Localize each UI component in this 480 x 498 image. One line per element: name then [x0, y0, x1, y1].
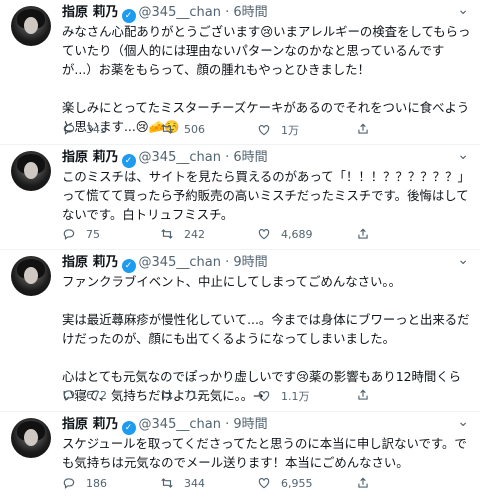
share-button[interactable]	[356, 122, 370, 136]
reply-icon	[63, 478, 75, 489]
like-button[interactable]: 1.1万	[257, 388, 310, 404]
reply-button[interactable]: 186	[62, 476, 107, 490]
like-icon	[258, 478, 270, 489]
like-icon	[258, 229, 270, 240]
tweet[interactable]: 指原 莉乃 ✓ @345__chan · 6時間 ⌄ このミスチは、サイトを見たら買…	[0, 145, 480, 250]
verified-badge-icon: ✓	[121, 154, 136, 168]
tweet-actions: 75 242 4,689	[62, 227, 462, 247]
share-icon	[358, 228, 368, 239]
share-button[interactable]	[356, 227, 370, 241]
reply-count: 75	[86, 227, 100, 241]
tweet-header: 指原 莉乃 ✓ @345__chan · 9時間	[62, 417, 268, 435]
reply-icon	[63, 229, 75, 240]
display-name[interactable]: 指原 莉乃	[62, 417, 119, 432]
share-icon	[358, 389, 368, 400]
tweet-text: スケジュールを取ってくださってたと思うのに本当に申し訳ないです。でも気持ちは元気…	[62, 436, 467, 470]
more-icon[interactable]: ⌄	[457, 147, 470, 163]
like-button[interactable]: 6,955	[257, 476, 313, 490]
reply-button[interactable]: 75	[62, 227, 100, 241]
tweet-text: ファンクラブイベント、中止にしてしまってごめんなさい。。 実は最近蕁麻疹が慢性化…	[62, 274, 470, 403]
share-icon	[358, 123, 368, 134]
reply-count: 343	[86, 122, 107, 136]
retweet-icon	[161, 390, 173, 400]
avatar[interactable]	[11, 418, 51, 458]
tweet-text: このミスチは、サイトを見たら買えるのがあって「！！！？？？？？？」って慌てて買っ…	[62, 169, 470, 222]
like-count: 6,955	[281, 476, 313, 490]
like-count: 1万	[281, 124, 299, 137]
tweet-actions: 672 712 1.1万	[62, 388, 462, 408]
timestamp[interactable]: 9時間	[233, 255, 267, 270]
like-count: 1.1万	[281, 390, 310, 403]
reply-button[interactable]: 343	[62, 122, 107, 136]
share-button[interactable]	[356, 476, 370, 490]
tweet[interactable]: 指原 莉乃 ✓ @345__chan · 6時間 ⌄ みなさん心配ありがとうございま…	[0, 0, 480, 145]
handle[interactable]: @345__chan	[139, 150, 221, 165]
retweet-button[interactable]: 712	[160, 388, 205, 402]
timestamp[interactable]: 6時間	[233, 5, 267, 20]
share-button[interactable]	[356, 388, 370, 402]
reply-icon	[63, 390, 75, 401]
retweet-button[interactable]: 242	[160, 227, 205, 241]
share-icon	[358, 477, 368, 488]
verified-badge-icon: ✓	[121, 259, 136, 273]
tweet-actions: 343 506 1万	[62, 122, 462, 142]
avatar[interactable]	[11, 151, 51, 191]
reply-count: 186	[86, 476, 107, 490]
tweet-header: 指原 莉乃 ✓ @345__chan · 6時間	[62, 150, 268, 168]
more-icon[interactable]: ⌄	[457, 414, 470, 430]
retweet-icon	[161, 124, 173, 134]
handle[interactable]: @345__chan	[139, 255, 221, 270]
tweet-header: 指原 莉乃 ✓ @345__chan · 6時間	[62, 5, 268, 23]
avatar[interactable]	[11, 6, 51, 46]
timestamp[interactable]: 6時間	[233, 150, 267, 165]
tweet[interactable]: 指原 莉乃 ✓ @345__chan · 9時間 ⌄ ファンクラブイベント、中止にし…	[0, 250, 480, 412]
handle[interactable]: @345__chan	[139, 5, 221, 20]
verified-badge-icon: ✓	[121, 421, 136, 435]
retweet-count: 506	[184, 122, 205, 136]
like-button[interactable]: 1万	[257, 122, 299, 138]
handle[interactable]: @345__chan	[139, 417, 221, 432]
reply-button[interactable]: 672	[62, 388, 107, 402]
display-name[interactable]: 指原 莉乃	[62, 5, 119, 20]
like-count: 4,689	[281, 227, 313, 241]
more-icon[interactable]: ⌄	[457, 2, 470, 18]
retweet-button[interactable]: 506	[160, 122, 205, 136]
reply-count: 672	[86, 388, 107, 402]
retweet-icon	[161, 478, 173, 488]
retweet-count: 242	[184, 227, 205, 241]
tweet-actions: 186 344 6,955	[62, 476, 462, 496]
display-name[interactable]: 指原 莉乃	[62, 255, 119, 270]
retweet-button[interactable]: 344	[160, 476, 205, 490]
retweet-count: 344	[184, 476, 205, 490]
display-name[interactable]: 指原 莉乃	[62, 150, 119, 165]
retweet-icon	[161, 229, 173, 239]
tweet-text: みなさん心配ありがとうございます😢いまアレルギーの検査をしてもらっていたり（個人…	[62, 24, 471, 134]
like-button[interactable]: 4,689	[257, 227, 313, 241]
timestamp[interactable]: 9時間	[233, 417, 267, 432]
tweet[interactable]: 指原 莉乃 ✓ @345__chan · 9時間 ⌄ スケジュールを取ってくださって…	[0, 412, 480, 498]
reply-icon	[63, 124, 75, 135]
tweet-feed: 指原 莉乃 ✓ @345__chan · 6時間 ⌄ みなさん心配ありがとうございま…	[0, 0, 480, 498]
like-icon	[258, 125, 270, 136]
retweet-count: 712	[184, 388, 205, 402]
verified-badge-icon: ✓	[121, 9, 136, 23]
avatar[interactable]	[11, 256, 51, 296]
like-icon	[258, 391, 270, 402]
tweet-header: 指原 莉乃 ✓ @345__chan · 9時間	[62, 255, 268, 273]
more-icon[interactable]: ⌄	[457, 252, 470, 268]
